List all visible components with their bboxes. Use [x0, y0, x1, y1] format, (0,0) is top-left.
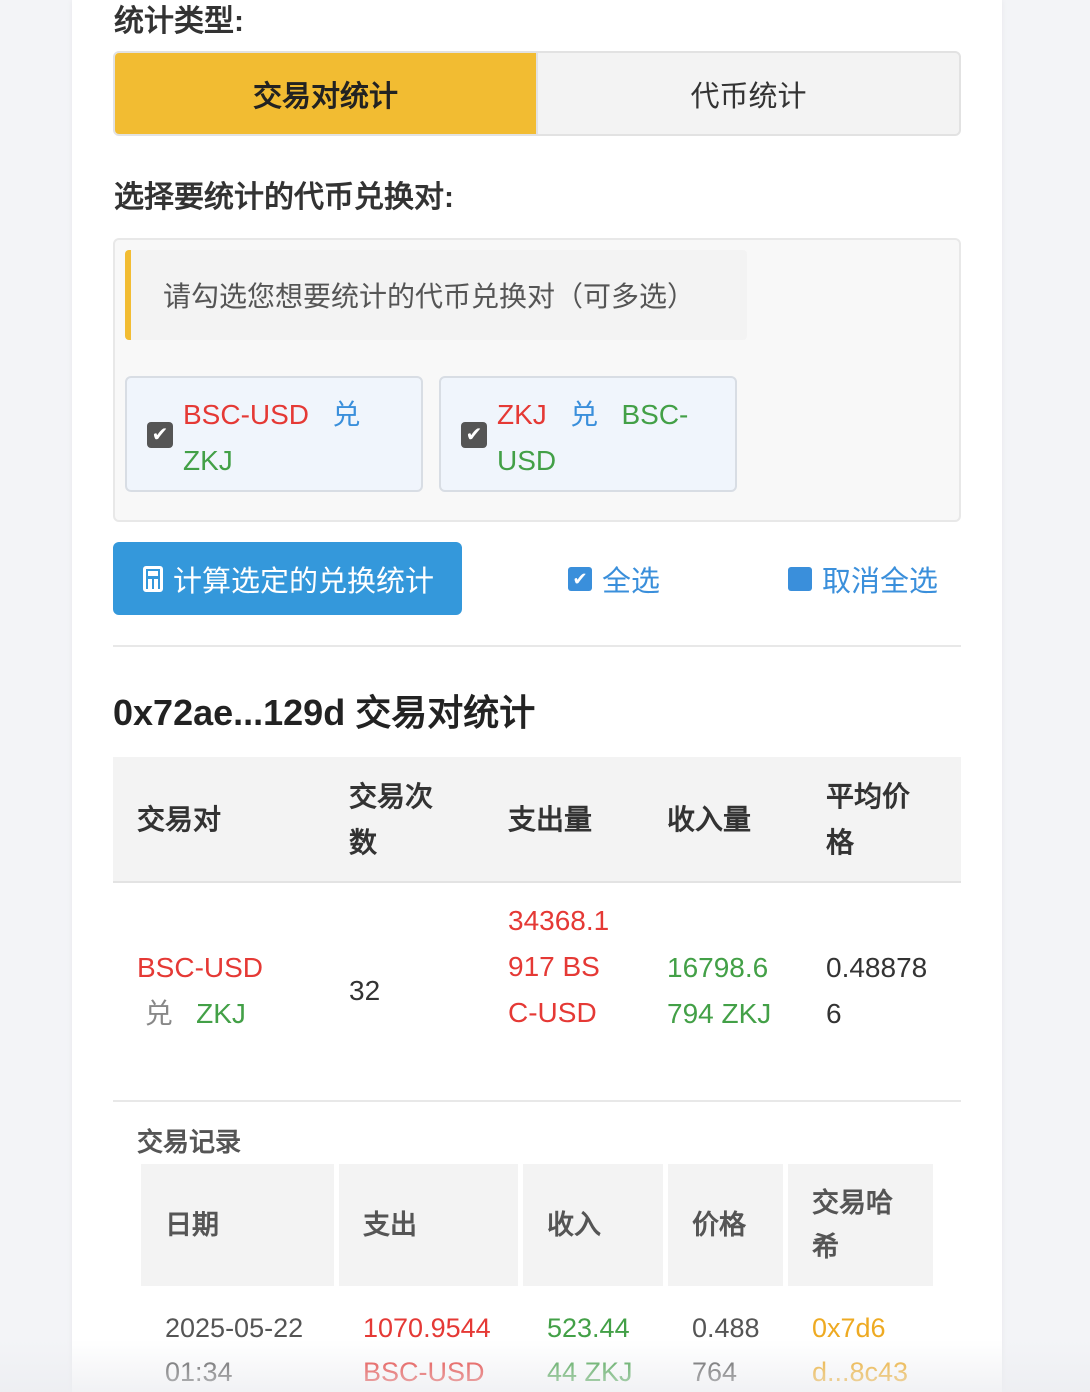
- square-icon: [788, 567, 812, 591]
- calculate-button-label: 计算选定的兑换统计: [173, 565, 435, 598]
- tab-pair-stats[interactable]: 交易对统计: [115, 53, 536, 134]
- pair-sep: 兑: [570, 399, 599, 430]
- th-count: 交易次数: [349, 781, 434, 858]
- pair-from: ZKJ: [497, 399, 547, 430]
- summary-title: 0x72ae...129d 交易对统计: [113, 692, 536, 733]
- bottom-fade: [0, 1340, 1090, 1392]
- calculate-button[interactable]: 计算选定的兑换统计: [113, 542, 462, 615]
- summary-pair-cell: BSC-USD 兑 ZKJ: [137, 945, 277, 1037]
- pair-sep: 兑: [144, 998, 173, 1029]
- pair-to: ZKJ: [196, 998, 246, 1029]
- stat-type-label: 统计类型:: [114, 5, 244, 38]
- rec-th-date-cell: 日期: [141, 1164, 334, 1286]
- th-out: 支出量: [508, 804, 593, 835]
- select-all-label: 全选: [602, 566, 661, 598]
- records-label: 交易记录: [137, 1127, 242, 1157]
- divider: [113, 645, 961, 647]
- th-pair: 交易对: [137, 804, 222, 835]
- pair-option-zkj-bscusd[interactable]: ✔ ZKJ 兑 BSC-USD: [439, 376, 737, 492]
- pair-sep: 兑: [332, 399, 361, 430]
- select-pairs-label: 选择要统计的代币兑换对:: [114, 181, 454, 214]
- tab-token-stats[interactable]: 代币统计: [536, 53, 959, 134]
- summary-avg: 0.488786: [826, 952, 928, 1029]
- rec-th-price-cell: 价格: [668, 1164, 783, 1286]
- rec-th-hash-cell: 交易哈希: [788, 1164, 933, 1286]
- calculator-icon: [143, 565, 163, 592]
- stat-type-tabs: 交易对统计 代币统计: [113, 51, 961, 136]
- rec-th-in: 收入: [547, 1210, 601, 1240]
- checkbox-checked-icon[interactable]: ✔: [147, 422, 173, 448]
- deselect-all-button[interactable]: 取消全选: [788, 558, 938, 600]
- deselect-all-label: 取消全选: [822, 566, 939, 598]
- divider: [113, 1100, 961, 1102]
- th-in: 收入量: [667, 804, 752, 835]
- pair-option-label: BSC-USD 兑 ZKJ: [183, 392, 403, 484]
- pair-selection-box: 请勾选您想要统计的代币兑换对（可多选） ✔ BSC-USD 兑 ZKJ ✔ ZK…: [113, 238, 961, 522]
- pair-to: ZKJ: [183, 445, 233, 476]
- pair-hint: 请勾选您想要统计的代币兑换对（可多选）: [125, 250, 747, 340]
- pair-from: BSC-USD: [137, 952, 264, 983]
- rec-th-hash: 交易哈希: [812, 1188, 893, 1262]
- rec-th-out: 支出: [363, 1210, 417, 1240]
- main-card: 统计类型: 交易对统计 代币统计 选择要统计的代币兑换对: 请勾选您想要统计的代…: [72, 0, 1002, 1392]
- rec-th-in-cell: 收入: [523, 1164, 663, 1286]
- rec-th-price: 价格: [692, 1210, 746, 1240]
- rec-th-date: 日期: [165, 1210, 219, 1240]
- summary-out: 34368.1917 BSC-USD: [508, 905, 610, 1028]
- summary-table-header: 交易对 交易次数 支出量 收入量 平均价格: [113, 757, 961, 883]
- th-avg: 平均价格: [826, 781, 911, 858]
- pair-option-label: ZKJ 兑 BSC-USD: [497, 392, 717, 484]
- rec-th-out-cell: 支出: [339, 1164, 518, 1286]
- summary-count: 32: [349, 975, 381, 1006]
- checkbox-checked-icon: ✔: [568, 567, 592, 591]
- pair-option-bscusd-zkj[interactable]: ✔ BSC-USD 兑 ZKJ: [125, 376, 423, 492]
- summary-in: 16798.6794 ZKJ: [667, 952, 772, 1029]
- checkbox-checked-icon[interactable]: ✔: [461, 422, 487, 448]
- select-all-button[interactable]: ✔ 全选: [568, 558, 660, 600]
- pair-from: BSC-USD: [183, 399, 310, 430]
